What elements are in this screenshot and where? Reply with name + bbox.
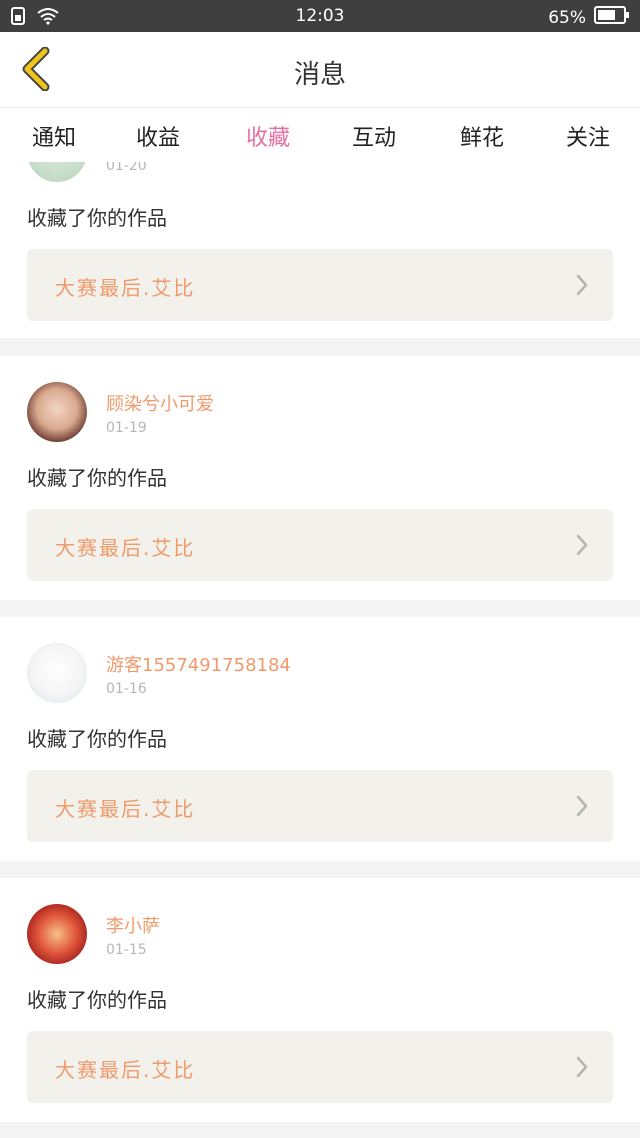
tab-earnings[interactable]: 收益 <box>118 120 198 152</box>
message-card: 李小萨 01-15 收藏了你的作品 大赛最后.艾比 <box>0 878 640 1122</box>
chevron-right-icon <box>575 273 589 301</box>
work-link[interactable]: 大赛最后.艾比 <box>27 1031 613 1103</box>
tab-label: 鲜花 <box>459 126 504 151</box>
tab-label: 关注 <box>565 126 610 151</box>
message-list[interactable]: 01-20 收藏了你的作品 大赛最后.艾比 顾染兮小可爱 01-19 收藏了你的… <box>0 162 640 1138</box>
avatar[interactable] <box>27 382 87 442</box>
user-name[interactable]: 李小萨 <box>106 912 160 938</box>
tab-label: 收藏 <box>245 126 290 151</box>
message-action: 收藏了你的作品 <box>27 988 167 1012</box>
tab-following[interactable]: 关注 <box>548 120 628 152</box>
message-date: 01-19 <box>106 420 147 436</box>
message-date: 01-20 <box>106 162 147 174</box>
work-title: 大赛最后.艾比 <box>55 797 196 821</box>
nav-header: 消息 <box>0 32 640 108</box>
status-time: 12:03 <box>295 6 345 26</box>
avatar[interactable] <box>27 904 87 964</box>
tab-label: 互动 <box>351 126 396 151</box>
avatar[interactable] <box>27 162 87 182</box>
message-card: 游客1557491758184 01-16 收藏了你的作品 大赛最后.艾比 <box>0 617 640 861</box>
work-title: 大赛最后.艾比 <box>55 1058 196 1082</box>
status-bar-right: 65% <box>548 6 630 29</box>
work-link[interactable]: 大赛最后.艾比 <box>27 249 613 321</box>
message-date: 01-15 <box>106 942 147 958</box>
message-action: 收藏了你的作品 <box>27 206 167 230</box>
tab-bar: 通知 收益 收藏 互动 鲜花 关注 <box>0 108 640 168</box>
status-bar: 12:03 65% <box>0 0 640 32</box>
message-card: 顾染兮小可爱 01-19 收藏了你的作品 大赛最后.艾比 <box>0 356 640 600</box>
page-title: 消息 <box>293 60 346 90</box>
work-title: 大赛最后.艾比 <box>55 536 196 560</box>
user-name[interactable]: 游客1557491758184 <box>106 651 291 677</box>
battery-percent: 65% <box>548 7 586 28</box>
message-card: 01-20 收藏了你的作品 大赛最后.艾比 <box>0 162 640 338</box>
chevron-right-icon <box>575 794 589 822</box>
tab-interactions[interactable]: 互动 <box>334 120 414 152</box>
tab-label: 通知 <box>31 126 76 151</box>
message-action: 收藏了你的作品 <box>27 727 167 751</box>
battery-icon <box>594 6 630 29</box>
work-link[interactable]: 大赛最后.艾比 <box>27 509 613 581</box>
tab-notifications[interactable]: 通知 <box>14 120 94 152</box>
avatar[interactable] <box>27 643 87 703</box>
work-title: 大赛最后.艾比 <box>55 276 196 300</box>
tab-label: 收益 <box>135 126 180 151</box>
work-link[interactable]: 大赛最后.艾比 <box>27 770 613 842</box>
message-date: 01-16 <box>106 681 147 697</box>
chevron-right-icon <box>575 533 589 561</box>
tab-favorites[interactable]: 收藏 <box>228 120 308 168</box>
user-name[interactable]: 顾染兮小可爱 <box>106 390 214 416</box>
chevron-right-icon <box>575 1055 589 1083</box>
tab-flowers[interactable]: 鲜花 <box>442 120 522 152</box>
message-action: 收藏了你的作品 <box>27 466 167 490</box>
